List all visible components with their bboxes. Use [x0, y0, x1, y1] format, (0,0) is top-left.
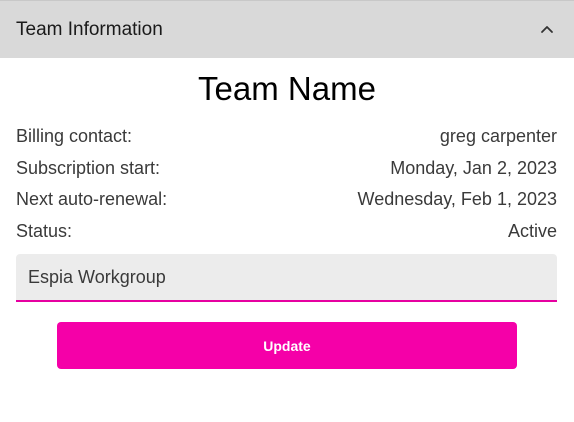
- next-auto-renewal-value: Wednesday, Feb 1, 2023: [357, 189, 557, 209]
- billing-contact-row: Billing contact: greg carpenter: [16, 126, 557, 150]
- accordion-title: Team Information: [16, 19, 163, 40]
- subscription-start-value: Monday, Jan 2, 2023: [390, 158, 557, 178]
- next-auto-renewal-label: Next auto-renewal:: [16, 189, 168, 209]
- subscription-start-label: Subscription start:: [16, 158, 161, 178]
- status-row: Status: Active: [16, 221, 557, 245]
- accordion-header[interactable]: Team Information: [0, 0, 574, 58]
- team-name-field: [16, 254, 557, 302]
- chevron-up-icon[interactable]: [540, 22, 554, 36]
- billing-contact-value: greg carpenter: [439, 126, 557, 146]
- billing-contact-label: Billing contact:: [16, 126, 133, 146]
- status-value: Active: [507, 221, 557, 241]
- team-name-input[interactable]: [16, 254, 557, 300]
- update-button[interactable]: Update: [57, 322, 517, 369]
- next-auto-renewal-row: Next auto-renewal: Wednesday, Feb 1, 202…: [16, 189, 557, 213]
- team-information-panel: Team Information Team Name Billing conta…: [0, 0, 574, 422]
- status-label: Status:: [16, 221, 73, 241]
- subscription-start-row: Subscription start: Monday, Jan 2, 2023: [16, 158, 557, 182]
- team-name-heading: Team Name: [198, 70, 376, 107]
